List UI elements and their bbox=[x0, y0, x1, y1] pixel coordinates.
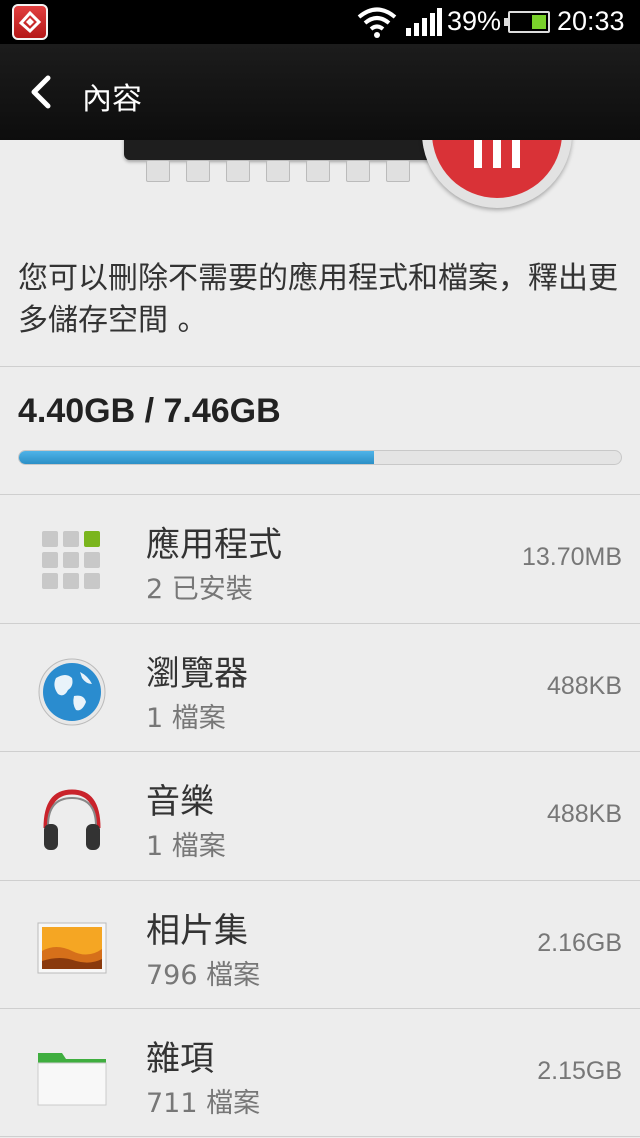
list-item-title: 瀏覽器 bbox=[146, 653, 248, 694]
description-text: 您可以刪除不需要的應用程式和檔案，釋出更多儲存空間 。 bbox=[18, 261, 618, 338]
wifi-icon bbox=[357, 7, 397, 38]
list-item-music[interactable]: 音樂 1 檔案 488KB bbox=[0, 751, 640, 880]
chip-pins bbox=[146, 160, 410, 182]
apps-grid-icon bbox=[36, 527, 108, 599]
storage-usage-text: 4.40GB / 7.46GB bbox=[18, 392, 281, 430]
list-item-subtitle: 2 已安裝 bbox=[146, 574, 253, 605]
storage-category-list: 應用程式 2 已安裝 13.70MB 瀏覽器 1 檔案 488KB 音樂 1 檔… bbox=[0, 494, 640, 1137]
list-item-browser[interactable]: 瀏覽器 1 檔案 488KB bbox=[0, 622, 640, 752]
action-bar: 內容 bbox=[0, 44, 640, 140]
battery-icon bbox=[504, 11, 550, 33]
list-item-size: 13.70MB bbox=[521, 543, 622, 571]
battery-percent: 39% bbox=[447, 6, 502, 36]
clock: 20:33 bbox=[557, 6, 625, 36]
list-item-size: 2.16GB bbox=[537, 928, 622, 957]
storage-illustration bbox=[0, 140, 640, 220]
divider bbox=[0, 366, 640, 367]
globe-icon bbox=[38, 658, 106, 725]
list-item-title: 相片集 bbox=[146, 910, 248, 951]
page-title: 內容 bbox=[82, 82, 142, 117]
memory-chip-graphic bbox=[124, 140, 444, 160]
storage-progress-fill bbox=[19, 451, 375, 464]
list-item-size: 488KB bbox=[546, 671, 622, 700]
list-item-apps[interactable]: 應用程式 2 已安裝 13.70MB bbox=[0, 494, 640, 623]
list-item-size: 2.15GB bbox=[537, 1057, 622, 1085]
list-item-misc[interactable]: 雜項 711 檔案 2.15GB bbox=[0, 1008, 640, 1137]
headphones-icon bbox=[43, 789, 101, 850]
list-item-subtitle: 711 檔案 bbox=[146, 1088, 261, 1119]
list-item-subtitle: 1 檔案 bbox=[146, 702, 226, 734]
status-bar: 39% 20:33 bbox=[0, 0, 640, 44]
list-item-size: 488KB bbox=[546, 800, 622, 828]
signal-icon bbox=[406, 8, 442, 36]
list-item-gallery[interactable]: 相片集 796 檔案 2.16GB bbox=[0, 879, 640, 1009]
list-item-title: 應用程式 bbox=[146, 525, 282, 565]
list-item-subtitle: 796 檔案 bbox=[146, 959, 261, 991]
gallery-icon bbox=[37, 922, 107, 973]
list-item-subtitle: 1 檔案 bbox=[146, 831, 226, 862]
notification-app-icon bbox=[12, 4, 48, 40]
list-item-title: 音樂 bbox=[146, 782, 214, 822]
back-arrow-icon[interactable] bbox=[24, 74, 60, 110]
folder-icon bbox=[37, 1053, 107, 1106]
trash-icon bbox=[422, 140, 572, 208]
storage-progress-bar bbox=[18, 450, 622, 465]
list-item-title: 雜項 bbox=[146, 1039, 214, 1079]
